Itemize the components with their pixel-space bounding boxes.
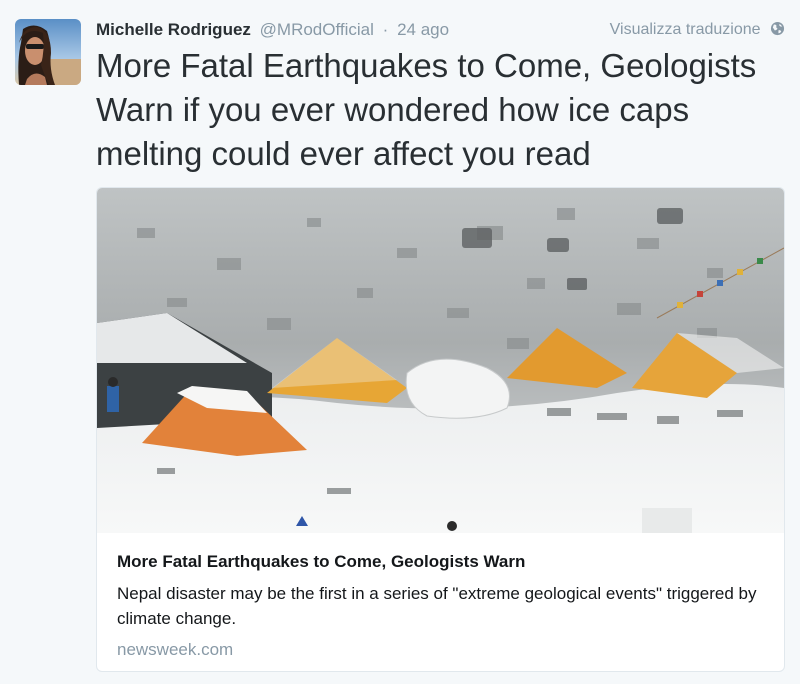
- avatar-photo-icon: [15, 19, 81, 85]
- author-handle[interactable]: @MRodOfficial: [260, 20, 374, 39]
- card-description: Nepal disaster may be the first in a ser…: [117, 584, 757, 628]
- tweet-timestamp[interactable]: 24 ago: [397, 20, 449, 39]
- translate-label: Visualizza traduzione: [609, 21, 761, 38]
- card-title[interactable]: More Fatal Earthquakes to Come, Geologis…: [117, 551, 764, 573]
- globe-icon: [770, 21, 785, 36]
- tweet-header: Michelle Rodriguez @MRodOfficial · 24 ag…: [96, 17, 785, 43]
- tweet: Michelle Rodriguez @MRodOfficial · 24 ag…: [0, 0, 800, 684]
- link-card[interactable]: More Fatal Earthquakes to Come, Geologis…: [96, 187, 785, 672]
- card-body: More Fatal Earthquakes to Come, Geologis…: [97, 533, 784, 671]
- tweet-text: More Fatal Earthquakes to Come, Geologis…: [96, 47, 757, 172]
- snowy-campsite-photo-icon: [97, 188, 784, 533]
- card-domain[interactable]: newsweek.com: [117, 639, 764, 661]
- avatar[interactable]: [15, 19, 81, 85]
- author-name[interactable]: Michelle Rodriguez: [96, 20, 251, 39]
- header-separator: ·: [382, 20, 389, 39]
- translate-link[interactable]: Visualizza traduzione: [610, 17, 785, 43]
